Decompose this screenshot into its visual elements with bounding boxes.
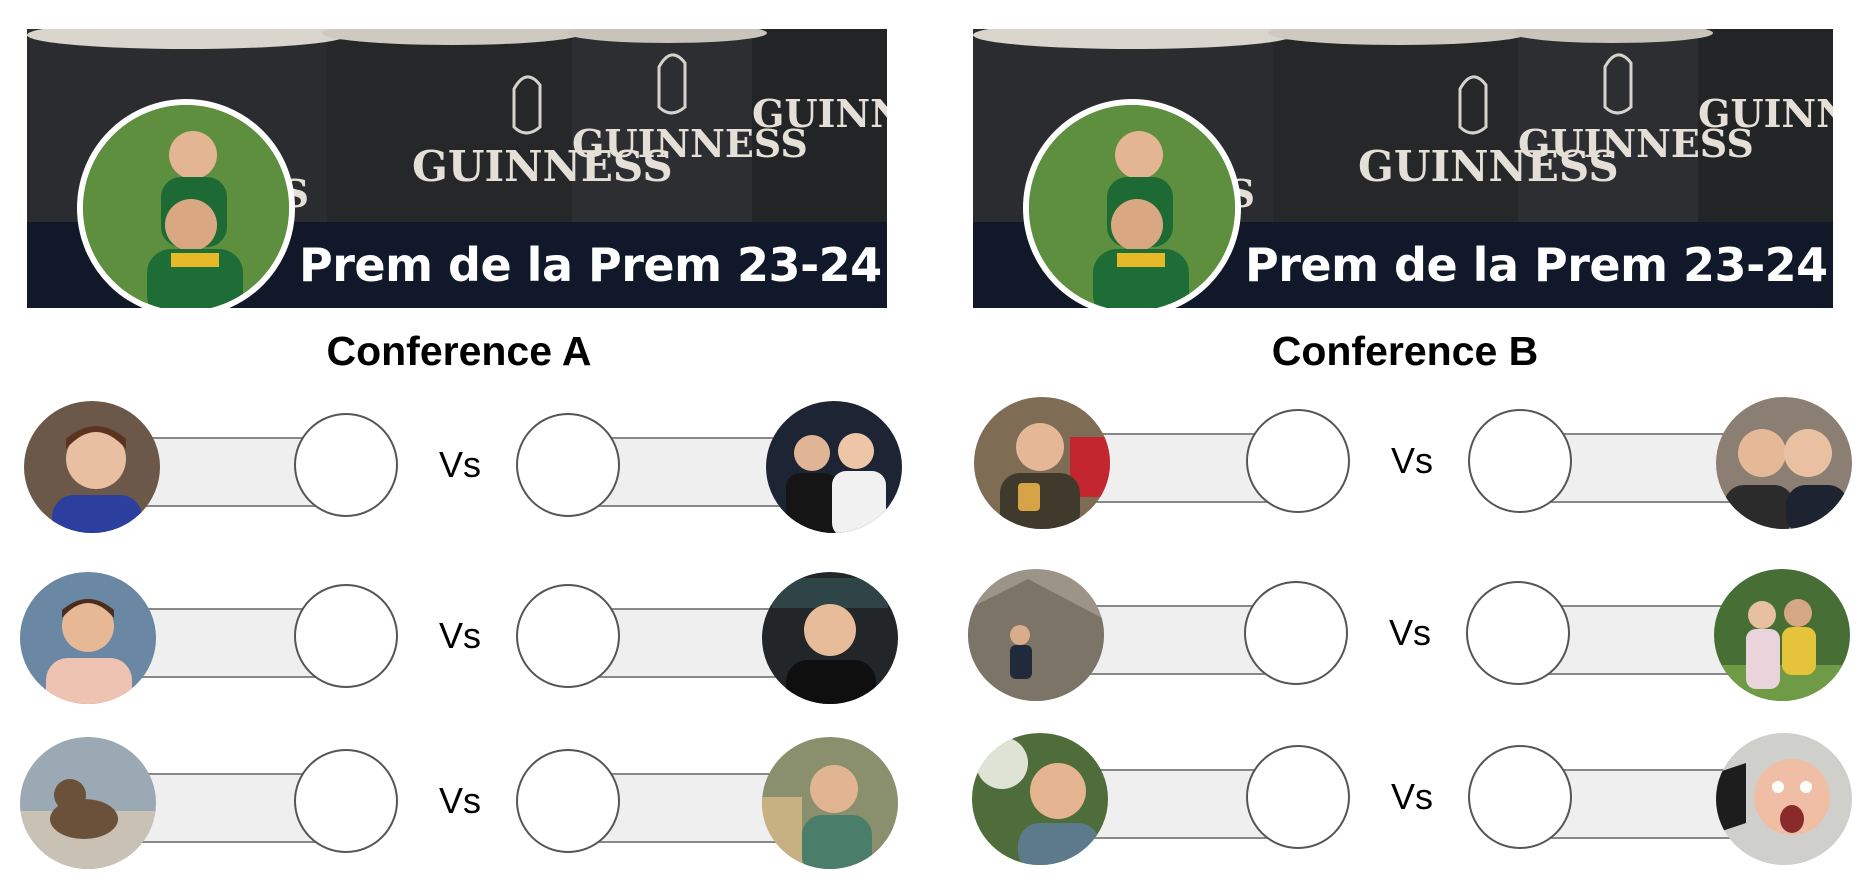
- vs-label: Vs: [438, 615, 481, 656]
- league-title: Prem de la Prem 23-24: [1245, 238, 1828, 292]
- match-row: Vs: [946, 397, 1868, 537]
- match-row: Vs: [0, 401, 934, 541]
- away-player-avatar[interactable]: [1716, 733, 1852, 865]
- away-player-avatar[interactable]: [1716, 397, 1852, 529]
- match-row: Vs: [0, 572, 934, 712]
- away-score-input[interactable]: [1468, 409, 1572, 513]
- svg-text:GUINNESS: GUINNESS: [752, 91, 887, 136]
- match-row: Vs: [946, 569, 1868, 709]
- away-player-avatar[interactable]: [762, 737, 898, 869]
- home-player-avatar[interactable]: [24, 401, 160, 533]
- away-player-avatar[interactable]: [762, 572, 898, 704]
- away-score-input[interactable]: [516, 749, 620, 853]
- match-row: Vs: [0, 737, 934, 877]
- svg-text:GUINNESS: GUINNESS: [1698, 91, 1833, 136]
- home-score-input[interactable]: [1246, 745, 1350, 849]
- home-player-avatar[interactable]: [968, 569, 1104, 701]
- home-score-input[interactable]: [1246, 409, 1350, 513]
- conference-title: Conference A: [326, 328, 592, 374]
- away-score-input[interactable]: [516, 413, 620, 517]
- vs-label: Vs: [1390, 776, 1433, 817]
- vs-label: Vs: [438, 780, 481, 821]
- conference-a-panel: GUINNESS GUINNESS GUINNESS SS Prem de la…: [0, 0, 934, 886]
- away-score-input[interactable]: [516, 584, 620, 688]
- home-player-avatar[interactable]: [20, 737, 156, 869]
- conference-title: Conference B: [1271, 328, 1539, 374]
- home-score-input[interactable]: [294, 584, 398, 688]
- away-player-avatar[interactable]: [1714, 569, 1850, 701]
- vs-label: Vs: [1388, 612, 1431, 653]
- league-avatar: [77, 99, 295, 308]
- match-row: Vs: [946, 733, 1868, 873]
- away-score-input[interactable]: [1468, 745, 1572, 849]
- league-avatar: [1023, 99, 1241, 308]
- league-banner: GUINNESS GUINNESS GUINNESS SS Prem de la…: [973, 29, 1833, 308]
- league-title: Prem de la Prem 23-24: [299, 238, 882, 292]
- league-banner: GUINNESS GUINNESS GUINNESS SS Prem de la…: [27, 29, 887, 308]
- home-score-input[interactable]: [1244, 581, 1348, 685]
- away-player-avatar[interactable]: [766, 401, 902, 533]
- home-player-avatar[interactable]: [20, 572, 156, 704]
- home-player-avatar[interactable]: [972, 733, 1108, 865]
- home-player-avatar[interactable]: [974, 397, 1110, 529]
- home-score-input[interactable]: [294, 413, 398, 517]
- home-score-input[interactable]: [294, 749, 398, 853]
- vs-label: Vs: [1390, 440, 1433, 481]
- vs-label: Vs: [438, 444, 481, 485]
- away-score-input[interactable]: [1466, 581, 1570, 685]
- conference-b-panel: GUINNESS GUINNESS GUINNESS SS Prem de la…: [946, 0, 1868, 886]
